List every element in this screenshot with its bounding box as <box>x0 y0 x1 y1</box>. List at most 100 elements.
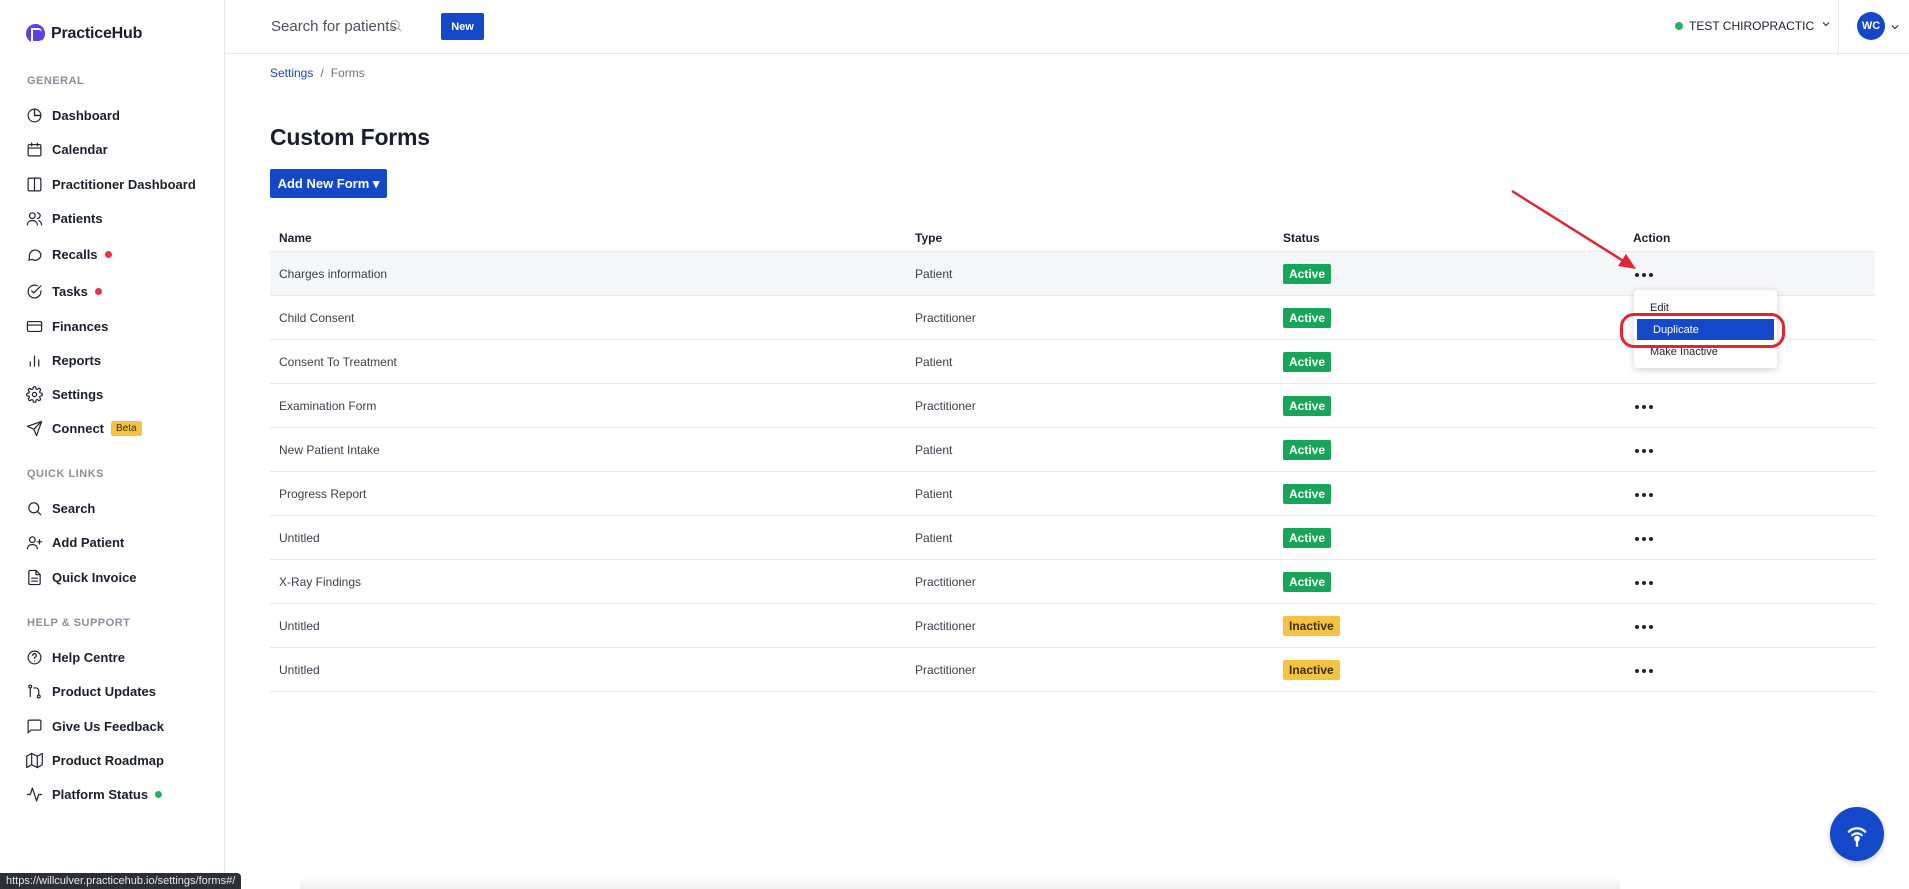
sidebar-item-search[interactable]: Search <box>26 496 95 520</box>
sidebar-item-calendar[interactable]: Calendar <box>26 137 108 161</box>
table-row[interactable]: Untitled Practitioner Inactive <box>270 648 1875 692</box>
practicehub-logo-icon <box>26 24 45 43</box>
more-actions-icon[interactable] <box>1633 533 1655 545</box>
git-icon <box>26 683 43 700</box>
status-badge: Inactive <box>1283 659 1340 680</box>
status-badge: Active <box>1283 571 1332 592</box>
form-type: Practitioner <box>915 574 976 589</box>
menu-item-make-inactive[interactable]: Make Inactive <box>1634 341 1777 362</box>
sidebar-item-label: Recalls <box>52 246 98 262</box>
sidebar-item-finances[interactable]: Finances <box>26 314 108 338</box>
credit-card-icon <box>26 318 43 335</box>
more-actions-icon[interactable] <box>1633 577 1655 589</box>
more-actions-icon[interactable] <box>1633 269 1655 281</box>
sidebar-item-product-updates[interactable]: Product Updates <box>26 679 156 703</box>
sidebar-item-connect[interactable]: Connect Beta <box>26 416 142 440</box>
sidebar-item-reports[interactable]: Reports <box>26 348 101 372</box>
table-row[interactable]: New Patient Intake Patient Active <box>270 428 1875 472</box>
chevron-down-icon[interactable] <box>1889 20 1901 38</box>
calendar-icon <box>26 141 43 158</box>
add-new-form-button[interactable]: Add New Form ▾ <box>270 169 387 198</box>
clinic-selector[interactable]: TEST CHIROPRACTIC <box>1675 18 1832 33</box>
form-name: Examination Form <box>279 398 377 413</box>
chevron-down-icon <box>1820 18 1832 33</box>
browser-status-url: https://willculver.practicehub.io/settin… <box>0 873 242 889</box>
status-dot <box>155 790 163 798</box>
more-actions-icon[interactable] <box>1633 489 1655 501</box>
send-icon <box>26 420 43 437</box>
form-name: Charges information <box>279 266 388 281</box>
sidebar-item-tasks[interactable]: Tasks <box>26 279 102 303</box>
search-icon[interactable] <box>388 18 403 33</box>
sidebar-item-label: Product Roadmap <box>52 752 164 768</box>
table-header: Name Type Status Action <box>270 224 1875 252</box>
table-row[interactable]: Untitled Practitioner Inactive <box>270 604 1875 648</box>
column-header-action: Action <box>1633 230 1671 245</box>
topbar-divider <box>1838 0 1839 54</box>
sidebar-item-give-feedback[interactable]: Give Us Feedback <box>26 714 164 738</box>
form-type: Patient <box>915 266 953 281</box>
beta-badge: Beta <box>111 420 142 436</box>
form-name: New Patient Intake <box>279 442 380 457</box>
column-header-status: Status <box>1283 230 1320 245</box>
add-user-icon <box>26 534 43 551</box>
sidebar-item-product-roadmap[interactable]: Product Roadmap <box>26 748 164 772</box>
notification-dot <box>104 250 112 258</box>
sidebar-item-help-centre[interactable]: Help Centre <box>26 645 125 669</box>
table-row[interactable]: X-Ray Findings Practitioner Active <box>270 560 1875 604</box>
check-circle-icon <box>26 283 43 300</box>
topbar: New TEST CHIROPRACTIC WC <box>225 0 1909 54</box>
section-label-help: HELP & SUPPORT <box>27 617 131 629</box>
status-badge: Active <box>1283 351 1332 372</box>
sidebar-item-patients[interactable]: Patients <box>26 206 103 230</box>
sidebar-item-practitioner-dashboard[interactable]: Practitioner Dashboard <box>26 172 196 196</box>
table-row[interactable]: Examination Form Practitioner Active <box>270 384 1875 428</box>
sidebar-item-label: Dashboard <box>52 107 120 123</box>
sidebar-item-quick-invoice[interactable]: Quick Invoice <box>26 565 137 589</box>
bottom-shadow <box>300 876 1620 889</box>
search-icon <box>26 500 43 517</box>
app-logo[interactable]: PracticeHub <box>26 24 142 43</box>
users-icon <box>26 210 43 227</box>
column-header-name: Name <box>279 230 312 245</box>
columns-icon <box>26 176 43 193</box>
form-type: Practitioner <box>915 310 976 325</box>
sidebar-item-label: Settings <box>52 386 104 402</box>
more-actions-icon[interactable] <box>1633 445 1655 457</box>
sidebar-item-recalls[interactable]: Recalls <box>26 242 112 266</box>
user-avatar[interactable]: WC <box>1857 12 1885 40</box>
form-type: Practitioner <box>915 662 976 677</box>
section-label-quick-links: QUICK LINKS <box>27 468 104 480</box>
breadcrumb-current: Forms <box>330 66 365 80</box>
clinic-status-dot <box>1675 21 1683 30</box>
more-actions-icon[interactable] <box>1633 621 1655 633</box>
sidebar-item-settings[interactable]: Settings <box>26 382 103 406</box>
sidebar-item-label: Practitioner Dashboard <box>52 176 196 192</box>
sidebar-item-add-patient[interactable]: Add Patient <box>26 530 124 554</box>
table-row[interactable]: Charges information Patient Active <box>270 252 1875 296</box>
table-row[interactable]: Progress Report Patient Active <box>270 472 1875 516</box>
broadcast-fab-button[interactable] <box>1830 807 1884 861</box>
status-badge: Active <box>1283 395 1332 416</box>
table-row[interactable]: Untitled Patient Active <box>270 516 1875 560</box>
form-type: Patient <box>915 354 953 369</box>
more-actions-icon[interactable] <box>1633 401 1655 413</box>
sidebar-item-label: Patients <box>52 210 103 226</box>
sidebar-item-dashboard[interactable]: Dashboard <box>26 103 120 127</box>
new-button[interactable]: New <box>441 13 484 40</box>
breadcrumb-settings-link[interactable]: Settings <box>270 66 313 80</box>
document-icon <box>26 569 43 586</box>
sidebar-item-label: Quick Invoice <box>52 569 137 585</box>
bar-chart-icon <box>26 352 43 369</box>
sidebar-item-platform-status[interactable]: Platform Status <box>26 782 163 806</box>
sidebar-item-label: Calendar <box>52 141 108 157</box>
menu-item-duplicate[interactable]: Duplicate <box>1637 319 1774 340</box>
menu-item-edit[interactable]: Edit <box>1634 297 1777 318</box>
more-actions-icon[interactable] <box>1633 665 1655 677</box>
page-title: Custom Forms <box>270 124 430 150</box>
status-badge: Active <box>1283 263 1332 284</box>
form-name: Consent To Treatment <box>279 354 397 369</box>
breadcrumb-separator: / <box>320 66 324 80</box>
status-badge: Active <box>1283 439 1332 460</box>
section-label-general: GENERAL <box>27 75 85 87</box>
